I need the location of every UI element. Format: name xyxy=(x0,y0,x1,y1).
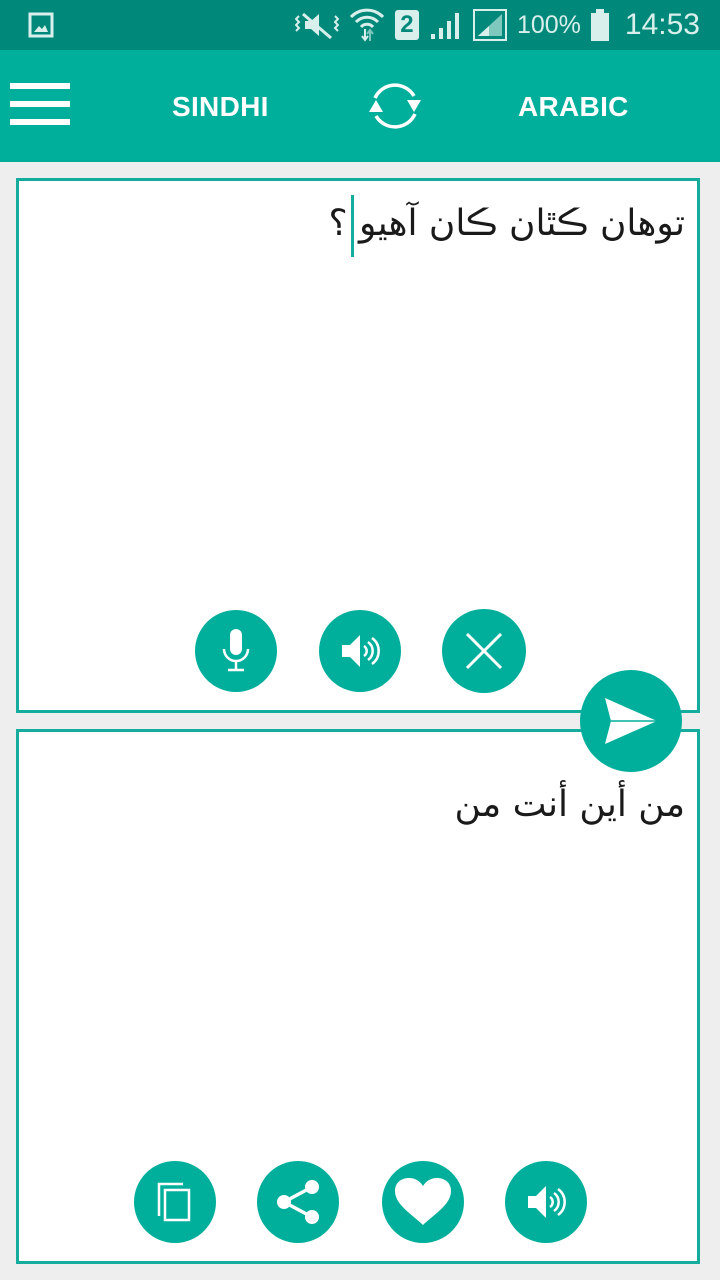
clear-button[interactable] xyxy=(442,609,526,693)
microphone-button[interactable] xyxy=(195,610,277,692)
copy-button[interactable] xyxy=(134,1161,216,1243)
clock: 14:53 xyxy=(624,8,700,41)
sim-slot-number: 2 xyxy=(400,11,414,38)
speak-target-button[interactable] xyxy=(505,1161,587,1243)
signal-2-icon xyxy=(472,9,507,41)
copy-icon xyxy=(157,1182,191,1222)
source-text-panel[interactable]: توهان ڪٿان ڪان آهيو ؟ xyxy=(16,178,700,713)
heart-icon xyxy=(395,1178,451,1225)
app-bar: SINDHI ARABIC xyxy=(0,50,720,162)
speaker-icon xyxy=(528,1186,566,1218)
battery-percent: 100% xyxy=(516,10,581,39)
send-icon xyxy=(605,698,657,744)
battery-icon xyxy=(590,9,609,41)
source-language-selector[interactable]: SINDHI xyxy=(172,50,269,162)
gallery-icon xyxy=(28,12,54,38)
translation-output-panel: من أين أنت من xyxy=(16,729,700,1264)
close-icon xyxy=(465,632,503,670)
wifi-icon xyxy=(349,8,385,42)
sim-2-icon: 2 xyxy=(394,10,419,40)
translated-text: من أين أنت من xyxy=(454,784,685,825)
microphone-icon xyxy=(222,629,250,672)
source-text-input[interactable]: توهان ڪٿان ڪان آهيو ؟ xyxy=(328,203,685,244)
hamburger-menu-icon[interactable] xyxy=(10,80,70,125)
share-icon xyxy=(277,1180,319,1224)
target-language-selector[interactable]: ARABIC xyxy=(518,50,629,162)
speak-source-button[interactable] xyxy=(319,610,401,692)
signal-icon xyxy=(430,13,459,39)
translate-button[interactable] xyxy=(580,670,682,772)
favorite-button[interactable] xyxy=(382,1161,464,1243)
status-bar: 2 100% 14:53 xyxy=(0,0,720,50)
swap-languages-icon[interactable] xyxy=(361,74,429,138)
vibrate-mute-icon xyxy=(294,12,339,40)
share-button[interactable] xyxy=(257,1161,339,1243)
speaker-icon xyxy=(342,635,380,667)
text-cursor xyxy=(351,195,354,257)
